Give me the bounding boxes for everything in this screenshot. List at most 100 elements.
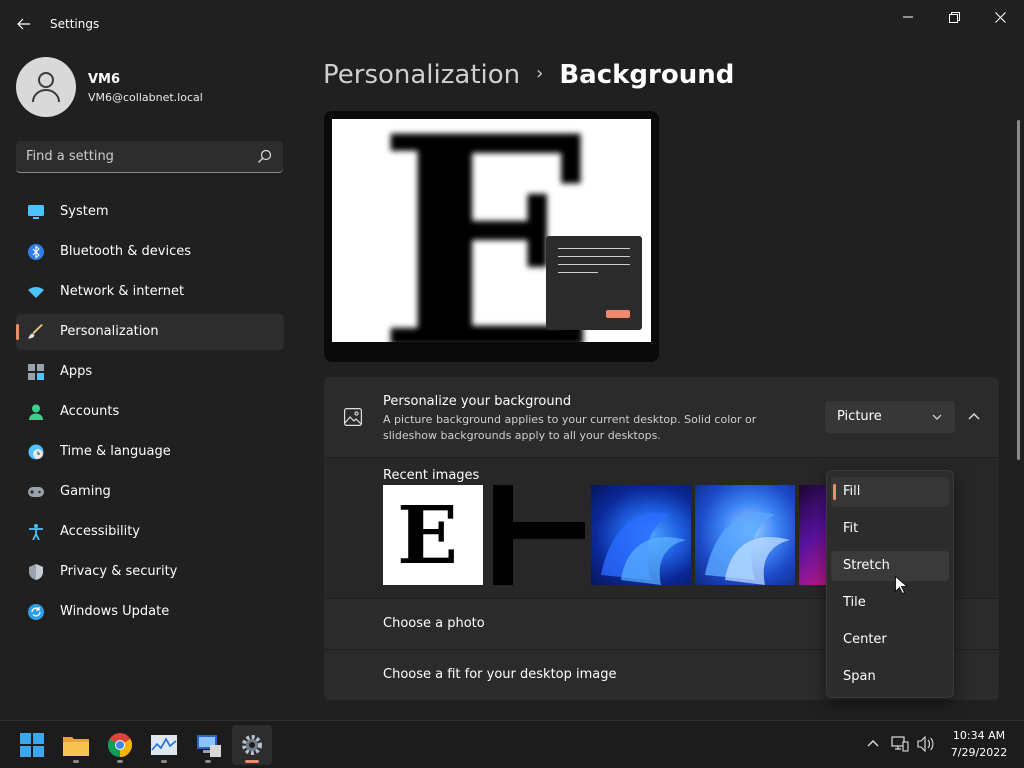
recent-image-4[interactable] xyxy=(695,485,795,585)
recent-image-1[interactable]: E xyxy=(383,485,483,585)
preview-sample-window xyxy=(546,236,642,330)
sidebar-nav: System Bluetooth & devices Network & int… xyxy=(16,194,284,634)
taskbar-remote-desktop[interactable] xyxy=(188,725,228,765)
sidebar-item-label: Bluetooth & devices xyxy=(60,244,191,259)
running-indicator xyxy=(73,760,79,763)
network-icon[interactable] xyxy=(891,735,909,753)
background-type-dropdown[interactable]: Picture xyxy=(825,401,955,433)
chevron-up-icon[interactable] xyxy=(864,735,882,753)
running-indicator xyxy=(161,760,167,763)
taskbar: 10:34 AM 7/29/2022 xyxy=(0,720,1024,768)
taskbar-task-manager[interactable] xyxy=(144,725,184,765)
sidebar-item-accounts[interactable]: Accounts xyxy=(16,394,284,430)
breadcrumb-separator: › xyxy=(536,63,544,84)
search-input[interactable]: Find a setting xyxy=(16,141,283,173)
title-bar: Settings xyxy=(0,0,1024,48)
sidebar-item-bluetooth[interactable]: Bluetooth & devices xyxy=(16,234,284,270)
clock-date[interactable]: 7/29/2022 xyxy=(944,746,1014,759)
sidebar-item-label: Network & internet xyxy=(60,284,185,299)
brush-icon xyxy=(28,324,43,339)
section-description: A picture background applies to your cur… xyxy=(383,413,757,442)
fit-option-fill[interactable]: Fill xyxy=(831,477,949,507)
accessibility-icon xyxy=(29,524,43,540)
sidebar-item-apps[interactable]: Apps xyxy=(16,354,284,390)
back-button[interactable] xyxy=(12,12,36,36)
thumb-graphic xyxy=(705,512,790,585)
gamepad-icon xyxy=(28,487,44,497)
minimize-icon xyxy=(903,16,913,18)
sidebar-item-label: Accounts xyxy=(60,404,120,419)
close-icon xyxy=(994,11,1006,23)
preview-line xyxy=(558,256,630,257)
person-icon xyxy=(29,404,43,420)
page-title: Background xyxy=(559,60,735,90)
speaker-icon[interactable] xyxy=(917,735,935,753)
taskbar-chrome[interactable] xyxy=(100,725,140,765)
windows-logo-icon xyxy=(20,733,44,757)
sidebar-item-label: Accessibility xyxy=(60,524,140,539)
taskbar-settings[interactable] xyxy=(232,725,272,765)
sidebar-item-gaming[interactable]: Gaming xyxy=(16,474,284,510)
gear-icon xyxy=(242,735,262,755)
shield-icon xyxy=(29,564,43,580)
chevron-down-icon xyxy=(932,414,942,420)
sidebar-item-accessibility[interactable]: Accessibility xyxy=(16,514,284,550)
section-title: Personalize your background xyxy=(383,394,572,409)
restore-button[interactable] xyxy=(934,4,974,30)
desktop-preview: E xyxy=(324,111,659,362)
fit-option-label: Tile xyxy=(843,595,866,610)
running-indicator xyxy=(245,760,259,763)
start-button[interactable] xyxy=(12,725,52,765)
mouse-cursor-icon xyxy=(895,576,907,594)
avatar xyxy=(16,57,76,117)
taskbar-file-explorer[interactable] xyxy=(56,725,96,765)
sidebar-item-time-language[interactable]: Time & language xyxy=(16,434,284,470)
sidebar-item-network[interactable]: Network & internet xyxy=(16,274,284,310)
recent-images-label: Recent images xyxy=(383,468,480,483)
person-icon xyxy=(32,72,60,103)
minimize-button[interactable] xyxy=(888,4,928,30)
fit-option-tile[interactable]: Tile xyxy=(831,588,949,618)
recent-image-3[interactable] xyxy=(591,485,691,585)
clock-time[interactable]: 10:34 AM xyxy=(944,729,1014,742)
chevron-up-icon[interactable] xyxy=(964,407,984,427)
close-button[interactable] xyxy=(980,4,1020,30)
sidebar-item-label: Apps xyxy=(60,364,93,379)
fit-option-fit[interactable]: Fit xyxy=(831,514,949,544)
sidebar-item-label: Time & language xyxy=(60,444,171,459)
choose-photo-label: Choose a photo xyxy=(383,616,485,631)
chrome-icon xyxy=(108,733,132,757)
preview-accent-button xyxy=(606,310,630,318)
thumb-graphic xyxy=(493,485,585,585)
remote-desktop-icon xyxy=(197,735,221,757)
fit-option-span[interactable]: Span xyxy=(831,662,949,692)
running-indicator xyxy=(205,760,211,763)
update-icon xyxy=(28,604,44,620)
fit-option-label: Stretch xyxy=(843,558,890,573)
preview-screen: E xyxy=(332,119,651,342)
dropdown-value: Picture xyxy=(837,409,882,424)
arrow-left-icon xyxy=(17,18,30,30)
fit-option-label: Fit xyxy=(843,521,859,536)
running-indicator xyxy=(117,760,123,763)
preview-line xyxy=(558,248,630,249)
preview-line xyxy=(558,272,598,273)
thumb-graphic xyxy=(601,512,686,585)
main-scrollbar[interactable] xyxy=(1017,120,1020,460)
sidebar-item-personalization[interactable]: Personalization xyxy=(16,314,284,350)
recent-image-5[interactable] xyxy=(799,485,829,585)
breadcrumb-parent[interactable]: Personalization xyxy=(323,60,520,90)
sidebar-item-label: Privacy & security xyxy=(60,564,178,579)
fit-option-center[interactable]: Center xyxy=(831,625,949,655)
sidebar-item-label: Personalization xyxy=(60,324,159,339)
fit-option-stretch[interactable]: Stretch xyxy=(831,551,949,581)
recent-image-2[interactable] xyxy=(487,485,587,585)
fit-option-label: Fill xyxy=(843,484,861,499)
sidebar-item-privacy[interactable]: Privacy & security xyxy=(16,554,284,590)
restore-icon xyxy=(948,11,960,23)
sidebar-item-windows-update[interactable]: Windows Update xyxy=(16,594,284,630)
clock-globe-icon xyxy=(28,444,44,460)
fit-option-label: Center xyxy=(843,632,887,647)
wifi-icon xyxy=(28,287,44,298)
sidebar-item-system[interactable]: System xyxy=(16,194,284,230)
